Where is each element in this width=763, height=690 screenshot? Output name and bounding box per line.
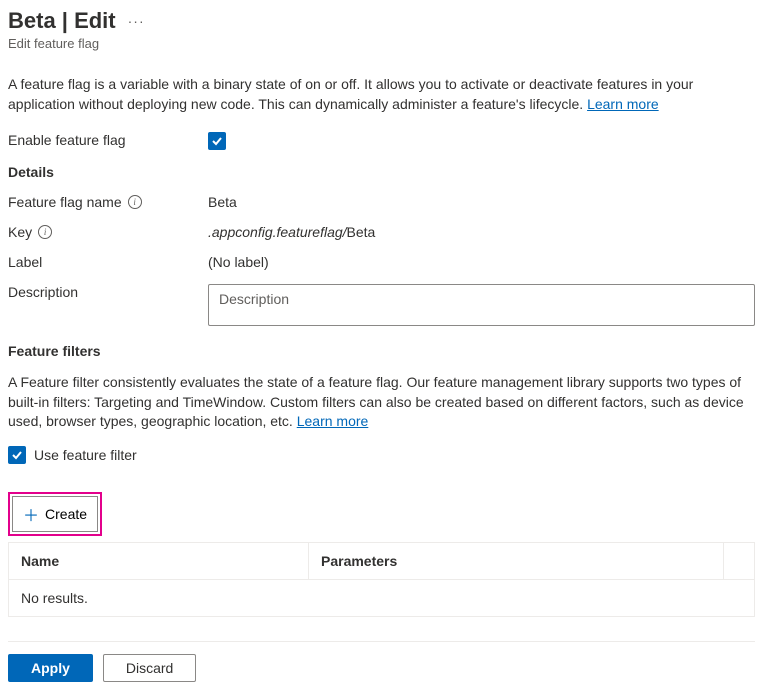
- key-label: Key: [8, 224, 32, 240]
- filters-table: Name Parameters No results.: [8, 542, 755, 617]
- use-filter-checkbox[interactable]: [8, 446, 26, 464]
- key-value: .appconfig.featureflag/Beta: [208, 224, 755, 240]
- table-header: Name Parameters: [9, 543, 754, 580]
- filters-intro-body: A Feature filter consistently evaluates …: [8, 374, 744, 429]
- create-filter-button[interactable]: ＋ Create: [12, 496, 98, 532]
- page-title: Beta | Edit: [8, 8, 116, 34]
- page-subtitle: Edit feature flag: [8, 36, 755, 51]
- col-params: Parameters: [309, 543, 724, 579]
- info-icon[interactable]: i: [38, 225, 52, 239]
- more-menu-icon[interactable]: ···: [128, 13, 145, 29]
- filters-intro: A Feature filter consistently evaluates …: [8, 373, 748, 432]
- label-value: (No label): [208, 254, 755, 270]
- name-label: Feature flag name: [8, 194, 122, 210]
- plus-icon: ＋: [23, 502, 39, 526]
- key-suffix: Beta: [347, 224, 376, 240]
- description-input[interactable]: [208, 284, 755, 326]
- intro-learn-more-link[interactable]: Learn more: [587, 96, 659, 112]
- apply-button[interactable]: Apply: [8, 654, 93, 682]
- description-label: Description: [8, 284, 208, 300]
- footer-bar: Apply Discard: [8, 641, 755, 682]
- info-icon[interactable]: i: [128, 195, 142, 209]
- filters-learn-more-link[interactable]: Learn more: [297, 413, 369, 429]
- create-button-label: Create: [45, 506, 87, 522]
- col-actions: [724, 543, 754, 579]
- col-name: Name: [9, 543, 309, 579]
- filters-heading: Feature filters: [8, 343, 755, 359]
- create-button-highlight: ＋ Create: [8, 492, 102, 536]
- label-label: Label: [8, 254, 208, 270]
- enable-flag-checkbox[interactable]: [208, 132, 226, 150]
- intro-text: A feature flag is a variable with a bina…: [8, 75, 748, 114]
- key-prefix: .appconfig.featureflag/: [208, 224, 347, 240]
- discard-button[interactable]: Discard: [103, 654, 196, 682]
- enable-flag-label: Enable feature flag: [8, 132, 208, 148]
- name-value: Beta: [208, 194, 755, 210]
- details-heading: Details: [8, 164, 755, 180]
- use-filter-label: Use feature filter: [34, 447, 137, 463]
- table-empty: No results.: [9, 580, 754, 616]
